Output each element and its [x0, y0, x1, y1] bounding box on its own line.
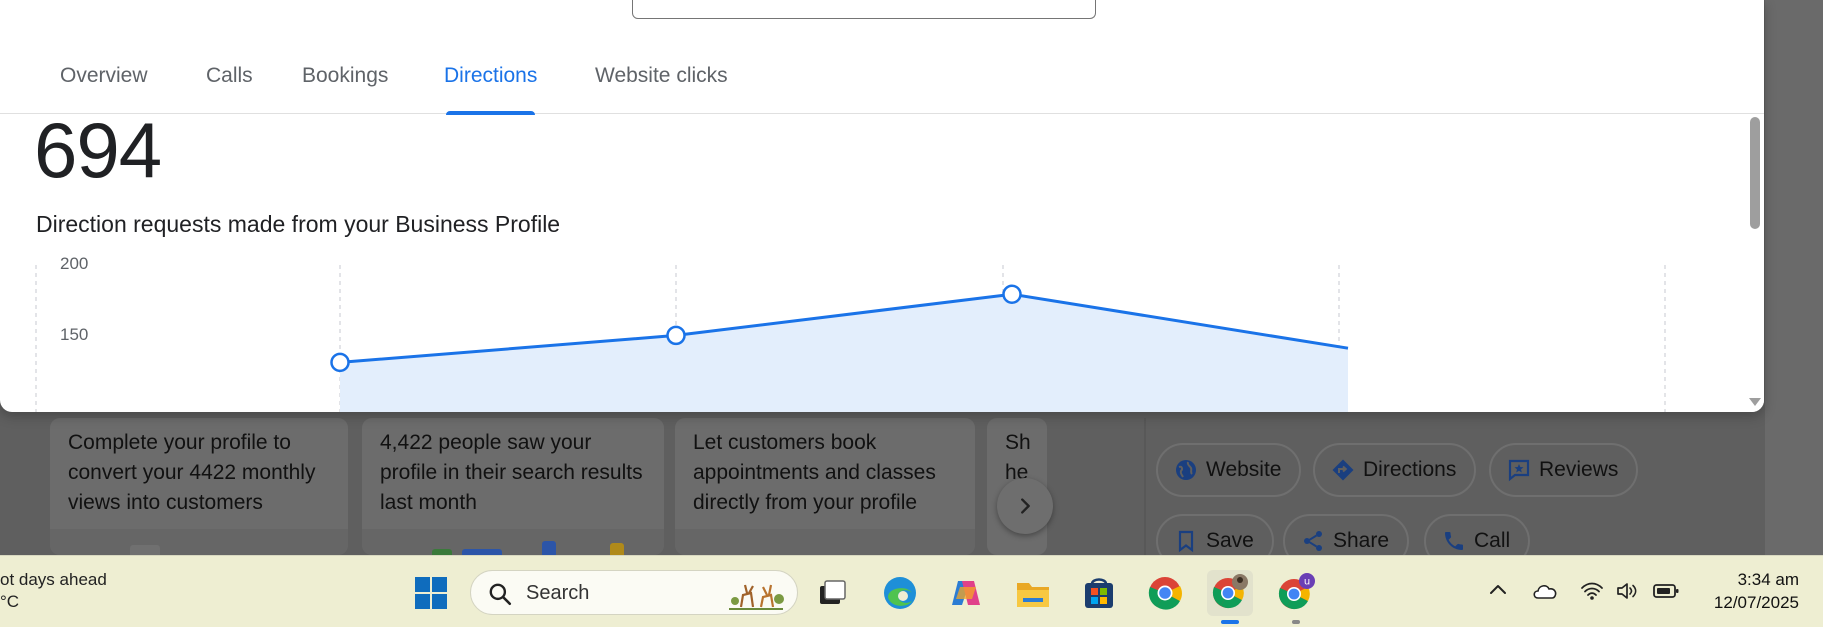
task-view-button[interactable]	[810, 570, 856, 616]
direction-requests-chart: 200 150	[35, 254, 1666, 412]
promo-card-image	[50, 529, 348, 555]
tab-label: Calls	[206, 64, 253, 87]
tab-directions[interactable]: Directions	[444, 64, 538, 115]
show-hidden-icons-chevron-icon[interactable]	[1488, 580, 1508, 600]
tab-bookings[interactable]: Bookings	[302, 64, 388, 114]
weather-widget[interactable]: ot days ahead °C	[0, 569, 107, 613]
call-chip-label: Call	[1474, 529, 1511, 552]
copilot-icon	[952, 581, 980, 605]
tab-label: Bookings	[302, 64, 389, 87]
carousel-next-button[interactable]	[997, 478, 1053, 534]
promo-card-complete-profile[interactable]: Complete your profile to convert your 44…	[50, 418, 348, 555]
bookmark-icon	[1178, 530, 1194, 553]
weather-headline: ot days ahead	[0, 570, 107, 589]
chart-data-point	[1002, 284, 1022, 304]
directions-chip[interactable]: Directions	[1313, 443, 1477, 497]
search-icon	[489, 583, 512, 606]
tab-calls[interactable]: Calls	[206, 64, 253, 114]
share-icon	[1304, 531, 1322, 551]
folder-icon	[1017, 583, 1049, 607]
chart-data-point	[666, 325, 686, 346]
tab-label: Directions	[444, 64, 538, 87]
store-icon	[1085, 578, 1113, 608]
battery-icon[interactable]	[1653, 583, 1679, 599]
website-chip-label: Website	[1206, 458, 1282, 481]
chrome-button[interactable]	[1142, 570, 1188, 616]
directions-chip-label: Directions	[1363, 458, 1457, 481]
promo-card-image	[675, 529, 975, 555]
tab-label: Website clicks	[595, 64, 728, 87]
edge-icon	[884, 577, 916, 609]
background-side-panel	[1765, 0, 1823, 555]
weather-temperature: °C	[0, 592, 20, 611]
chevron-right-icon	[1021, 498, 1030, 514]
website-chip[interactable]: Website	[1156, 443, 1302, 497]
directions-panel: 694 Direction requests made from your Bu…	[0, 115, 1764, 412]
directions-icon	[1332, 459, 1354, 481]
copilot-button[interactable]	[943, 570, 989, 616]
save-chip-label: Save	[1206, 529, 1254, 552]
promo-card-profile-views[interactable]: 4,422 people saw your profile in their s…	[362, 418, 664, 555]
chrome-profile-icon	[1212, 574, 1248, 609]
wifi-icon[interactable]	[1580, 581, 1604, 601]
promo-card-text: Complete your profile to convert your 44…	[68, 431, 316, 514]
edge-browser-button[interactable]	[877, 570, 923, 616]
reviews-chip-label: Reviews	[1539, 458, 1619, 481]
share-chip-label: Share	[1333, 529, 1390, 552]
performance-dialog: Overview Calls Bookings Directions Websi…	[0, 0, 1764, 412]
active-app-indicator	[1221, 620, 1239, 624]
search-label: Search	[526, 582, 590, 604]
clock-time: 3:34 am	[1737, 570, 1799, 589]
globe-icon	[1176, 460, 1196, 480]
task-view-icon	[820, 580, 846, 604]
chrome-profile-button-active[interactable]	[1207, 570, 1253, 624]
promo-card-text: 4,422 people saw your profile in their s…	[380, 431, 643, 514]
y-tick-label: 150	[60, 325, 88, 344]
scroll-down-arrow-icon[interactable]	[1749, 398, 1761, 406]
tab-website-clicks[interactable]: Website clicks	[595, 64, 728, 114]
y-tick-label: 200	[60, 254, 88, 273]
reviews-chip[interactable]: Reviews	[1489, 443, 1639, 497]
microsoft-store-button[interactable]	[1076, 570, 1122, 616]
onedrive-cloud-icon[interactable]	[1532, 582, 1558, 600]
start-button[interactable]	[408, 570, 454, 616]
chart-data-point	[330, 352, 350, 373]
chrome-icon	[1148, 577, 1182, 610]
taskbar: ot days ahead °C Search u 3:34 am 12/07/…	[0, 555, 1823, 627]
promo-card-bookings[interactable]: Let customers book appointments and clas…	[675, 418, 975, 555]
phone-icon	[1445, 532, 1463, 550]
dialog-scrollbar[interactable]	[1745, 115, 1764, 412]
tab-label: Overview	[60, 64, 148, 87]
system-clock[interactable]: 3:34 am 12/07/2025	[1714, 568, 1799, 614]
windows-logo-icon	[415, 577, 447, 609]
profile-badge-letter: u	[1304, 577, 1310, 588]
file-explorer-button[interactable]	[1010, 570, 1056, 616]
volume-icon[interactable]	[1616, 581, 1638, 601]
chart-area-fill	[340, 294, 1348, 412]
metrics-tab-bar: Overview Calls Bookings Directions Websi…	[0, 54, 1764, 115]
search-highlight-deer-icon	[729, 584, 784, 610]
review-star-icon	[1508, 459, 1530, 482]
tab-overview[interactable]: Overview	[60, 64, 148, 114]
clock-date: 12/07/2025	[1713, 593, 1799, 612]
date-range-select[interactable]	[632, 0, 1096, 19]
panel-divider	[1144, 418, 1146, 555]
open-app-indicator	[1292, 620, 1300, 624]
promo-card-text: Let customers book appointments and clas…	[693, 431, 936, 514]
scrollbar-thumb[interactable]	[1750, 117, 1760, 229]
promo-card-image	[362, 529, 664, 555]
chrome-profile-u-button[interactable]: u	[1273, 570, 1319, 624]
chrome-icon: u	[1278, 573, 1315, 610]
taskbar-search[interactable]: Search	[470, 570, 798, 615]
